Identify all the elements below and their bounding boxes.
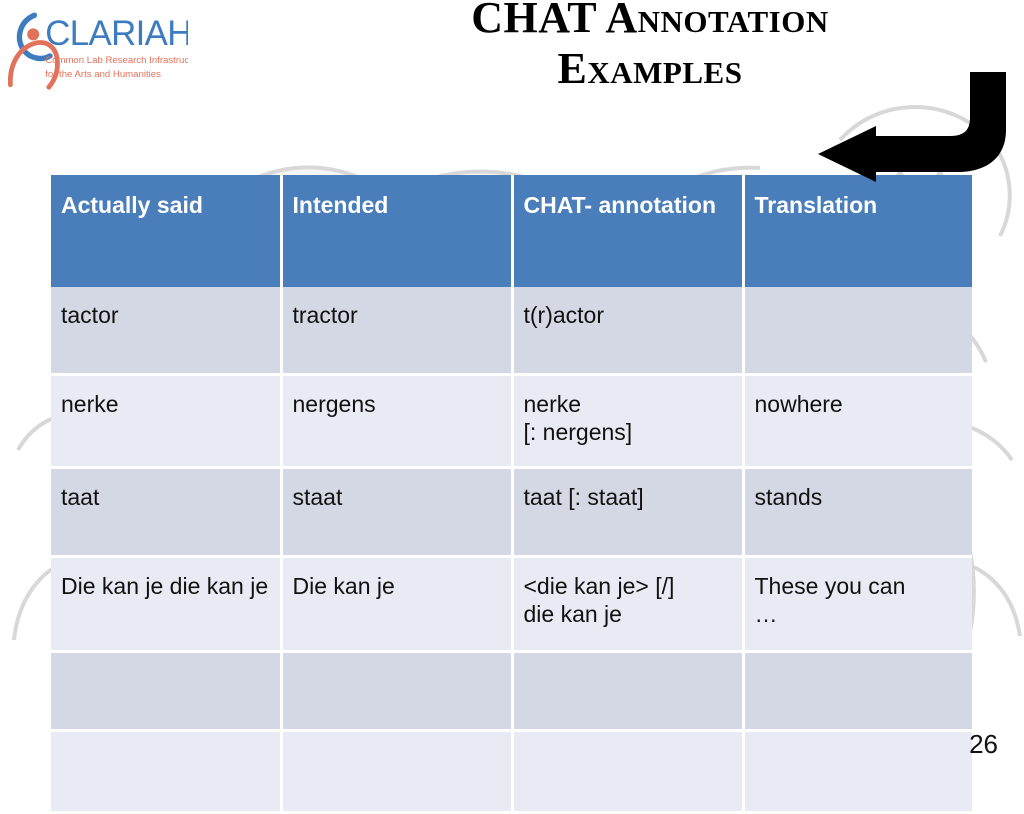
cell-actually-said bbox=[51, 651, 283, 732]
cell-translation: These you can … bbox=[743, 556, 972, 653]
cell-actually-said: taat bbox=[51, 467, 283, 558]
table-row: nerke nergens nerke [: nergens] nowhere bbox=[51, 374, 972, 469]
cell-chat-annotation: nerke [: nergens] bbox=[512, 374, 745, 469]
clariah-logo: CLARIAH Common Lab Research Infrastructu… bbox=[8, 12, 188, 90]
cell-translation bbox=[743, 651, 972, 732]
table-row: Die kan je die kan je Die kan je <die ka… bbox=[51, 556, 972, 653]
cell-actually-said: nerke bbox=[51, 374, 283, 469]
table-row: taat staat taat [: staat] stands bbox=[51, 467, 972, 558]
cell-chat-annotation: t(r)actor bbox=[512, 287, 745, 376]
column-header-actually-said: Actually said bbox=[51, 175, 283, 287]
cell-chat-annotation: <die kan je> [/] die kan je bbox=[512, 556, 745, 653]
logo-tagline-line2: for the Arts and Humanities bbox=[45, 69, 161, 80]
return-arrow-icon bbox=[818, 72, 1006, 182]
logo-wordmark: CLARIAH bbox=[45, 14, 188, 53]
column-header-intended: Intended bbox=[281, 175, 514, 287]
table-row bbox=[51, 730, 972, 814]
cell-actually-said: tactor bbox=[51, 287, 283, 376]
cell-chat-annotation bbox=[512, 730, 745, 814]
slide-title-line-1: CHAT Annotation bbox=[471, 0, 829, 42]
cell-intended: nergens bbox=[281, 374, 514, 469]
chat-annotation-table-container: Actually said Intended CHAT- annotation … bbox=[51, 175, 972, 814]
cell-chat-annotation: taat [: staat] bbox=[512, 467, 745, 558]
column-header-translation: Translation bbox=[743, 175, 972, 287]
cell-intended: tractor bbox=[281, 287, 514, 376]
chat-annotation-table: Actually said Intended CHAT- annotation … bbox=[51, 175, 972, 814]
cell-actually-said: Die kan je die kan je bbox=[51, 556, 283, 653]
table-row bbox=[51, 651, 972, 732]
cell-translation: stands bbox=[743, 467, 972, 558]
cell-translation bbox=[743, 730, 972, 814]
cell-actually-said bbox=[51, 730, 283, 814]
cell-chat-annotation bbox=[512, 651, 745, 732]
table-row: tactor tractor t(r)actor bbox=[51, 287, 972, 376]
page-number: 26 bbox=[969, 729, 998, 759]
table-header-row: Actually said Intended CHAT- annotation … bbox=[51, 175, 972, 287]
column-header-chat-annotation: CHAT- annotation bbox=[512, 175, 745, 287]
logo-tagline-line1: Common Lab Research Infrastructure bbox=[45, 55, 188, 66]
cell-intended: Die kan je bbox=[281, 556, 514, 653]
cell-intended bbox=[281, 730, 514, 814]
cell-intended bbox=[281, 651, 514, 732]
cell-intended: staat bbox=[281, 467, 514, 558]
cell-translation: nowhere bbox=[743, 374, 972, 469]
cell-translation bbox=[743, 287, 972, 376]
